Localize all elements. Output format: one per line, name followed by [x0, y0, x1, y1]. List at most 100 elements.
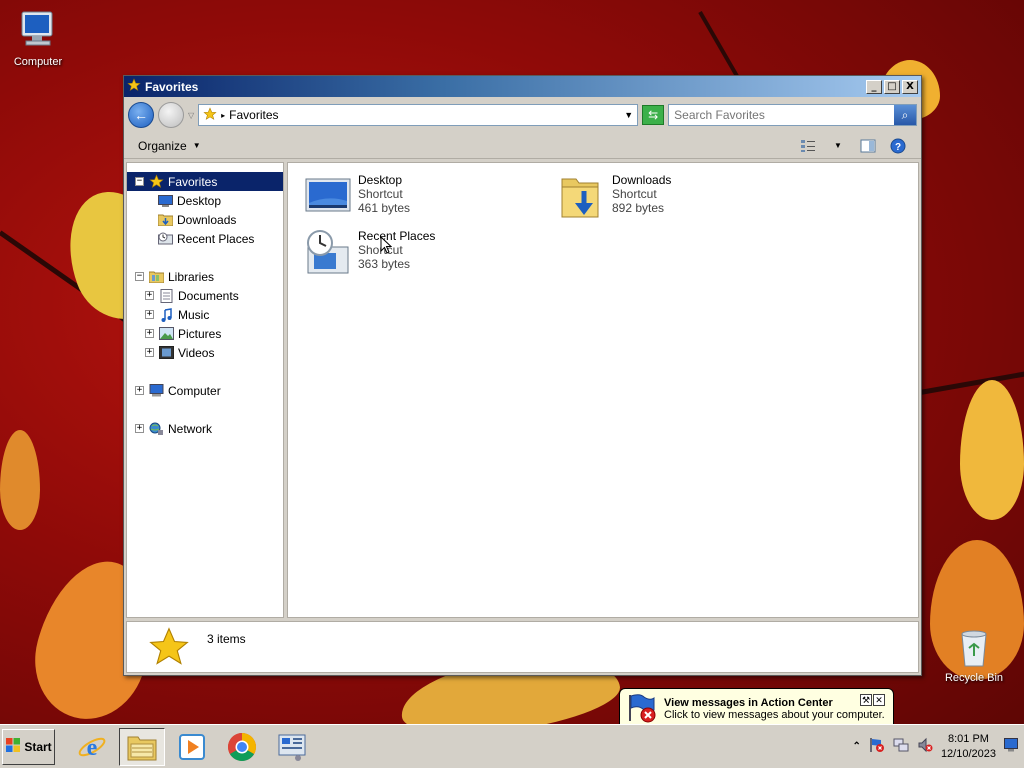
taskbar-internet-explorer[interactable]: e	[69, 728, 115, 766]
balloon-title: View messages in Action Center	[664, 697, 833, 709]
file-item-type: Shortcut	[612, 187, 657, 201]
chevron-down-icon: ▼	[834, 141, 842, 150]
system-tray: ⌃ 8:01 PM 12/10/2023	[847, 728, 1024, 766]
tree-item-label: Music	[178, 307, 210, 322]
help-button[interactable]: ?	[889, 138, 907, 154]
action-center-tray-icon[interactable]	[869, 737, 885, 756]
navigation-pane[interactable]: − Favorites Desktop Downloads Recent Pla…	[126, 162, 284, 618]
change-view-button[interactable]	[799, 138, 817, 154]
taskbar-windows-explorer[interactable]	[119, 727, 165, 766]
volume-muted-tray-icon[interactable]	[917, 737, 933, 756]
file-item-size: 461 bytes	[358, 201, 411, 215]
file-item-recent-places[interactable]: Recent Places Shortcut 363 bytes	[304, 229, 435, 277]
pictures-icon	[158, 327, 174, 341]
minimize-button[interactable]: _	[866, 79, 882, 94]
tree-item-documents[interactable]: + Documents	[127, 286, 283, 305]
view-list-icon	[801, 139, 815, 152]
tree-item-desktop[interactable]: Desktop	[127, 191, 283, 210]
tree-item-pictures[interactable]: + Pictures	[127, 324, 283, 343]
svg-text:?: ?	[895, 142, 901, 153]
tree-item-label: Documents	[178, 288, 239, 303]
tree-item-libraries[interactable]: − Libraries	[127, 267, 283, 286]
preview-pane-button[interactable]	[859, 138, 877, 154]
search-icon: ⌕	[901, 107, 909, 122]
collapse-icon[interactable]: −	[135, 177, 144, 186]
back-button[interactable]: ←	[128, 102, 154, 128]
taskbar-control-panel[interactable]	[269, 728, 315, 766]
tree-item-recent-places[interactable]: Recent Places	[127, 229, 283, 248]
file-item-downloads[interactable]: Downloads Shortcut 892 bytes	[558, 173, 671, 221]
documents-icon	[158, 288, 174, 303]
star-icon	[148, 174, 164, 189]
file-item-desktop[interactable]: Desktop Shortcut 461 bytes	[304, 173, 410, 221]
action-center-flag-icon	[626, 693, 658, 726]
show-desktop-button[interactable]	[1004, 738, 1018, 755]
organize-label: Organize	[138, 138, 187, 153]
clock[interactable]: 8:01 PM 12/10/2023	[941, 732, 996, 762]
show-hidden-icons-button[interactable]: ⌃	[853, 741, 861, 752]
recent-places-icon	[157, 232, 173, 246]
file-item-type: Shortcut	[358, 243, 403, 257]
tree-item-computer[interactable]: + Computer	[127, 381, 283, 400]
chevron-down-icon[interactable]: ▼	[624, 110, 633, 120]
taskbar-media-player[interactable]	[169, 728, 215, 766]
balloon-options-button[interactable]: ⚒	[860, 694, 872, 706]
tree-item-music[interactable]: + Music	[127, 305, 283, 324]
taskbar: Start e ⌃ 8:01 PM 12/10/2023	[0, 724, 1024, 768]
breadcrumb-chevron-icon[interactable]: ▸	[221, 111, 225, 120]
windows-logo-icon	[5, 737, 21, 756]
close-icon: ✕	[875, 695, 883, 705]
downloads-folder-icon	[558, 173, 606, 221]
network-tray-icon[interactable]	[893, 737, 909, 756]
star-icon	[203, 106, 217, 124]
desktop-icon-label: Computer	[13, 56, 63, 68]
desktop-icon-computer[interactable]: Computer	[0, 8, 76, 68]
search-button[interactable]: ⌕	[894, 105, 916, 125]
svg-text:e: e	[87, 735, 98, 761]
breadcrumb[interactable]: Favorites	[229, 108, 620, 122]
balloon-close-button[interactable]: ✕	[873, 694, 885, 706]
organize-button[interactable]: Organize ▼	[138, 139, 201, 153]
tree-item-label: Network	[168, 421, 213, 436]
desktop-icon-label: Recycle Bin	[944, 672, 1004, 684]
expand-icon[interactable]: +	[145, 348, 154, 357]
file-item-size: 892 bytes	[612, 201, 665, 215]
close-button[interactable]: X	[902, 79, 918, 94]
maximize-button[interactable]: □	[884, 79, 900, 94]
search-input[interactable]	[669, 105, 894, 125]
recycle-bin-icon	[952, 624, 996, 668]
expand-icon[interactable]: +	[145, 291, 154, 300]
wrench-icon: ⚒	[861, 695, 871, 705]
item-count: 3 items	[207, 632, 246, 646]
title-bar[interactable]: Favorites _ □ X	[124, 76, 921, 97]
collapse-icon[interactable]: −	[135, 272, 144, 281]
computer-icon	[16, 8, 60, 52]
expand-icon[interactable]: +	[135, 424, 144, 433]
arrow-left-icon: ←	[134, 107, 148, 123]
address-field[interactable]: ▸ Favorites ▼	[198, 104, 639, 126]
main-area: − Favorites Desktop Downloads Recent Pla…	[126, 162, 919, 618]
forward-button[interactable]	[158, 102, 184, 128]
control-panel-icon	[278, 734, 306, 761]
tree-item-videos[interactable]: + Videos	[127, 343, 283, 362]
file-item-size: 363 bytes	[358, 257, 411, 271]
tree-item-label: Libraries	[168, 269, 215, 284]
refresh-button[interactable]: ⇆	[642, 105, 665, 125]
computer-icon	[148, 384, 164, 398]
tree-item-label: Downloads	[177, 212, 237, 227]
taskbar-chrome[interactable]	[219, 728, 265, 766]
desktop-icon-recycle-bin[interactable]: Recycle Bin	[936, 624, 1012, 684]
tree-item-favorites[interactable]: − Favorites	[127, 172, 283, 191]
view-options-dropdown[interactable]: ▼	[829, 138, 847, 154]
expand-icon[interactable]: +	[135, 386, 144, 395]
file-list[interactable]: Desktop Shortcut 461 bytes Downloads Sho…	[287, 162, 919, 618]
tree-item-downloads[interactable]: Downloads	[127, 210, 283, 229]
recent-pages-dropdown-icon[interactable]: ▽	[188, 111, 194, 120]
expand-icon[interactable]: +	[145, 310, 154, 319]
refresh-icon: ⇆	[648, 108, 659, 122]
windows-explorer-icon	[127, 736, 157, 760]
start-button[interactable]: Start	[2, 728, 55, 765]
tree-item-network[interactable]: + Network	[127, 419, 283, 438]
details-pane: 3 items	[126, 621, 919, 673]
expand-icon[interactable]: +	[145, 329, 154, 338]
